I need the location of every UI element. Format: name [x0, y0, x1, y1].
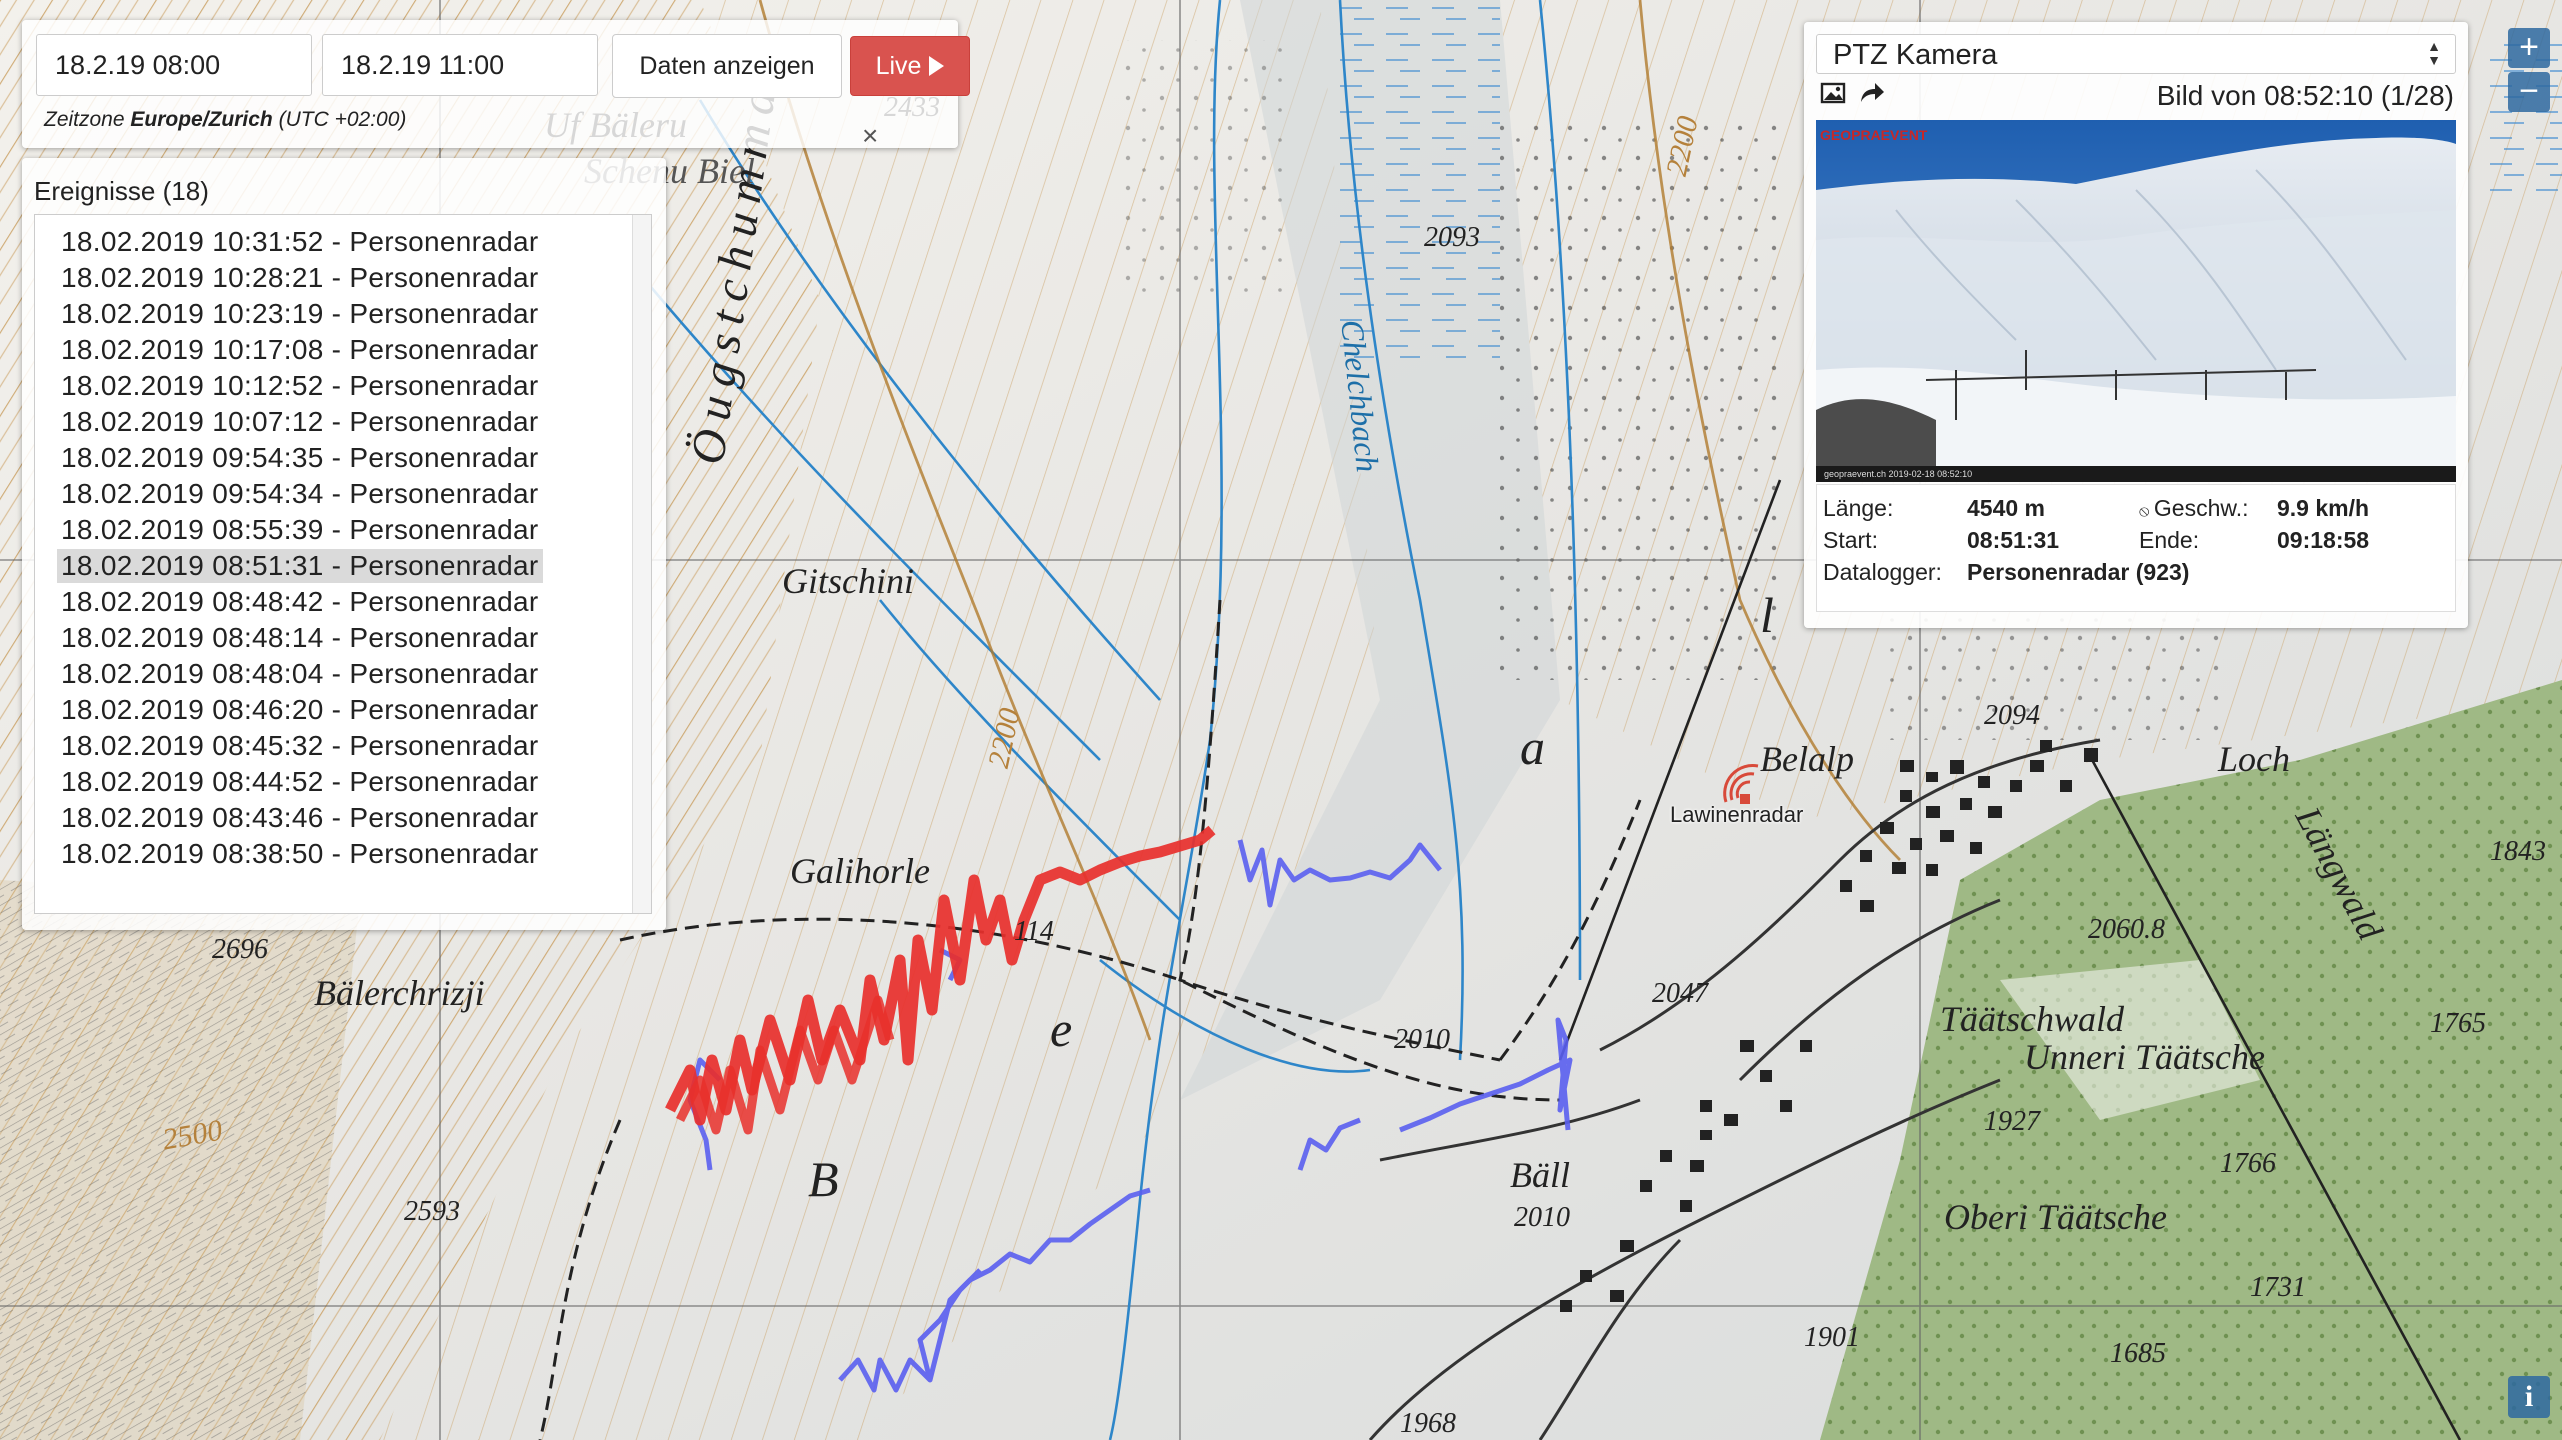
speed-value: 9.9 km/h [2277, 495, 2370, 521]
event-item[interactable]: 18.02.2019 10:07:12 - Personenradar [61, 405, 539, 439]
camera-caption: Bild von 08:52:10 (1/28) [2156, 80, 2454, 111]
track-stats: Länge: 4540 m ⦸ Geschw.: 9.9 km/h Start:… [1816, 484, 2456, 612]
zoom-control: + − [2508, 28, 2552, 116]
end-label: Ende: [2139, 527, 2200, 553]
events-scrollbar[interactable] [632, 215, 651, 913]
speed-label: ⦸ Geschw.: [2139, 495, 2249, 521]
camera-select[interactable]: PTZ Kamera ▲ ▼ [1816, 34, 2456, 74]
play-icon [929, 56, 945, 76]
select-arrows-icon: ▲ ▼ [2427, 38, 2441, 68]
event-item[interactable]: 18.02.2019 08:45:32 - Personenradar [61, 729, 539, 763]
event-item[interactable]: 18.02.2019 08:55:39 - Personenradar [61, 513, 539, 547]
event-item[interactable]: 18.02.2019 09:54:35 - Personenradar [61, 441, 539, 475]
end-datetime-input[interactable] [322, 34, 598, 96]
length-label: Länge: [1823, 495, 1894, 521]
zoom-in-button[interactable]: + [2508, 28, 2550, 68]
image-icon[interactable] [1820, 80, 1848, 106]
start-datetime-input[interactable] [36, 34, 312, 96]
event-item[interactable]: 18.02.2019 08:48:14 - Personenradar [61, 621, 539, 655]
show-data-button[interactable]: Daten anzeigen [612, 34, 842, 98]
event-item[interactable]: 18.02.2019 10:31:52 - Personenradar [61, 225, 539, 259]
event-item[interactable]: 18.02.2019 08:43:46 - Personenradar [61, 801, 539, 835]
end-value: 09:18:58 [2277, 527, 2370, 553]
start-value: 08:51:31 [1967, 527, 2060, 553]
event-item[interactable]: 18.02.2019 08:48:04 - Personenradar [61, 657, 539, 691]
event-item[interactable]: 18.02.2019 08:38:50 - Personenradar [61, 837, 539, 871]
event-item[interactable]: 18.02.2019 10:23:19 - Personenradar [61, 297, 539, 331]
timezone-prefix: Zeitzone [44, 108, 125, 131]
camera-toolbar [1820, 80, 1886, 106]
events-list[interactable]: 18.02.2019 10:31:52 - Personenradar 18.0… [34, 214, 652, 914]
timezone-offset: (UTC +02:00) [278, 108, 407, 131]
timezone-info: Zeitzone Europe/Zurich (UTC +02:00) [44, 108, 406, 132]
event-item[interactable]: 18.02.2019 08:44:52 - Personenradar [61, 765, 539, 799]
datalogger-value: Personenradar (923) [1967, 559, 2190, 585]
camera-select-value: PTZ Kamera [1833, 39, 1998, 71]
close-icon[interactable]: × [862, 120, 878, 152]
event-item[interactable]: 18.02.2019 09:54:34 - Personenradar [61, 477, 539, 511]
camera-image[interactable]: geopraevent.ch 2019-02-18 08:52:10 GEOPR… [1816, 120, 2456, 482]
zoom-out-button[interactable]: − [2508, 72, 2550, 112]
timezone-name: Europe/Zurich [130, 108, 273, 131]
event-item-selected[interactable]: 18.02.2019 08:51:31 - Personenradar [57, 549, 543, 583]
start-label: Start: [1823, 527, 1878, 553]
datalogger-label: Datalogger: [1823, 559, 1942, 585]
event-item[interactable]: 18.02.2019 08:48:42 - Personenradar [61, 585, 539, 619]
speed-icon: ⦸ [2139, 503, 2154, 520]
event-item[interactable]: 18.02.2019 08:46:20 - Personenradar [61, 693, 539, 727]
event-item[interactable]: 18.02.2019 10:17:08 - Personenradar [61, 333, 539, 367]
camera-panel: PTZ Kamera ▲▼ Bild von 08:52:10 (1/28) [1804, 22, 2468, 628]
camera-timestamp: geopraevent.ch 2019-02-18 08:52:10 [1824, 469, 1972, 479]
live-button-label: Live [875, 51, 922, 80]
event-item[interactable]: 18.02.2019 10:28:21 - Personenradar [61, 261, 539, 295]
events-title: Ereignisse (18) [34, 176, 209, 206]
info-icon[interactable]: i [2508, 1376, 2550, 1418]
camera-brand-logo: GEOPRAEVENT [1820, 127, 1928, 143]
camera-image-content: geopraevent.ch 2019-02-18 08:52:10 GEOPR… [1816, 120, 2456, 482]
events-panel: Ereignisse (18) 18.02.2019 10:31:52 - Pe… [22, 158, 666, 930]
event-item[interactable]: 18.02.2019 10:12:52 - Personenradar [61, 369, 539, 403]
lawinenradar-label[interactable]: Lawinenradar [1670, 802, 1803, 828]
time-range-panel: Daten anzeigen Live Zeitzone Europe/Zuri… [22, 20, 970, 151]
length-value: 4540 m [1967, 495, 2046, 521]
share-arrow-icon[interactable] [1858, 80, 1886, 106]
live-button[interactable]: Live [850, 36, 970, 96]
